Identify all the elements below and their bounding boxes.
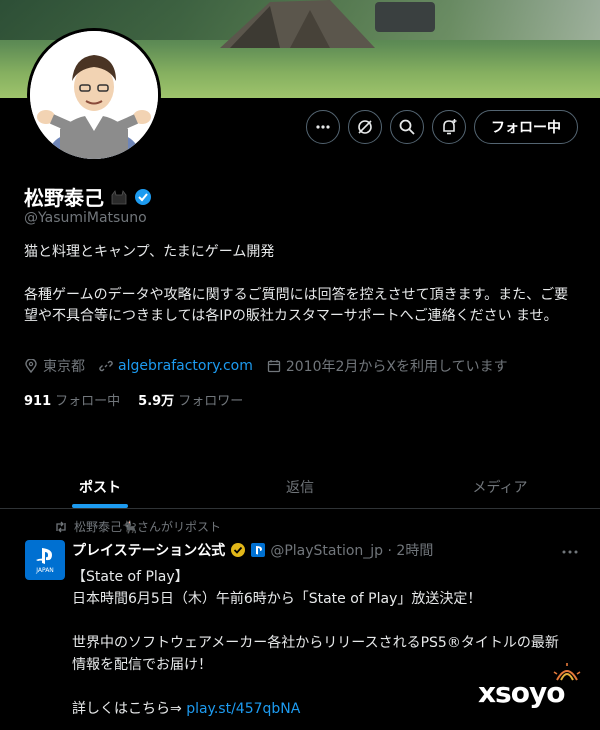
profile-stats: 911 フォロー中 5.9万 フォロワー xyxy=(24,390,243,409)
followers-label: フォロワー xyxy=(178,394,244,409)
repost-icon xyxy=(56,521,66,532)
grok-icon xyxy=(358,120,372,134)
affiliate-badge-icon xyxy=(251,543,266,557)
more-icon xyxy=(316,125,330,129)
watermark-text: xsoyo xyxy=(478,676,565,709)
profile-location: 東京都 xyxy=(24,356,85,376)
following-button[interactable]: フォロー中 xyxy=(474,110,578,144)
profile-bio-line1: 猫と料理とキャンプ、たまにゲーム開発 xyxy=(24,244,275,260)
playstation-logo-icon xyxy=(36,547,52,564)
profile-tabs: ポスト 返信 メディア xyxy=(0,465,600,509)
profile-website[interactable]: algebrafactory.com xyxy=(99,358,253,374)
profile-handle: @YasumiMatsuno xyxy=(24,210,147,226)
post-handle-time: @PlayStation_jp · 2時間 xyxy=(270,543,434,559)
link-icon xyxy=(99,360,113,372)
tab-replies[interactable]: 返信 xyxy=(200,465,400,508)
joined-text: 2010年2月からXを利用しています xyxy=(285,359,508,375)
avatar-illustration xyxy=(30,31,158,159)
verified-badge-icon[interactable] xyxy=(134,188,152,206)
repost-text: 松野泰己🐈‍⬛さんがリポスト xyxy=(74,520,221,534)
profile-actions: フォロー中 xyxy=(306,110,578,144)
tab-posts[interactable]: ポスト xyxy=(0,465,200,508)
following-stat[interactable]: 911 フォロー中 xyxy=(24,390,120,409)
bell-plus-icon xyxy=(443,119,457,135)
post-line-4: 情報を配信でお届け！ xyxy=(72,657,212,673)
post-link-prefix: 詳しくはこちら⇒ xyxy=(72,701,187,717)
notify-button[interactable] xyxy=(432,110,466,144)
banner-tent xyxy=(220,0,375,48)
grok-button[interactable] xyxy=(348,110,382,144)
more-icon xyxy=(562,550,578,554)
profile-meta: 東京都 algebrafactory.com 2010年2月からXを利用していま… xyxy=(24,356,508,376)
post-spacer xyxy=(72,610,592,632)
profile-name-row: 松野泰己 xyxy=(24,182,152,211)
tab-media[interactable]: メディア xyxy=(400,465,600,508)
post-line-1: 【State of Play】 xyxy=(72,569,189,585)
avatar-sublabel: JAPAN xyxy=(36,566,54,574)
profile-joined: 2010年2月からXを利用しています xyxy=(267,356,508,376)
verified-gold-badge-icon xyxy=(231,543,246,557)
repost-indicator: 松野泰己🐈‍⬛さんがリポスト xyxy=(54,518,221,535)
calendar-icon xyxy=(267,360,281,373)
search-button[interactable] xyxy=(390,110,424,144)
followers-stat[interactable]: 5.9万 フォロワー xyxy=(138,390,243,409)
profile-avatar[interactable] xyxy=(27,28,161,162)
following-count: 911 xyxy=(24,394,52,409)
following-label: フォロー中 xyxy=(55,394,121,409)
post-author-avatar[interactable]: JAPAN xyxy=(25,540,65,580)
post-line-3: 世界中のソフトウェアメーカー各社からリリースされるPS5®タイトルの最新 xyxy=(72,635,559,651)
profile-bio-line2: 各種ゲームのデータや攻略に関するご質問には回答を控えさせて頂きます。また、ご要望… xyxy=(24,287,569,324)
post-link[interactable]: play.st/457qbNA xyxy=(186,701,300,717)
post-line-2: 日本時間6月5日（木）午前6時から「State of Play」放送決定！ xyxy=(72,591,482,607)
more-button[interactable] xyxy=(306,110,340,144)
profile-name: 松野泰己 xyxy=(24,186,104,210)
website-link[interactable]: algebrafactory.com xyxy=(118,358,253,374)
search-icon xyxy=(399,119,415,135)
location-text: 東京都 xyxy=(43,359,85,375)
post-author-name[interactable]: プレイステーション公式 xyxy=(72,540,225,560)
followers-count: 5.9万 xyxy=(138,394,175,409)
black-cat-icon xyxy=(111,189,127,204)
post-more-button[interactable] xyxy=(562,540,578,559)
location-pin-icon xyxy=(25,359,37,373)
banner-car xyxy=(375,2,435,32)
post-header: プレイステーション公式 @PlayStation_jp · 2時間 xyxy=(72,540,433,560)
